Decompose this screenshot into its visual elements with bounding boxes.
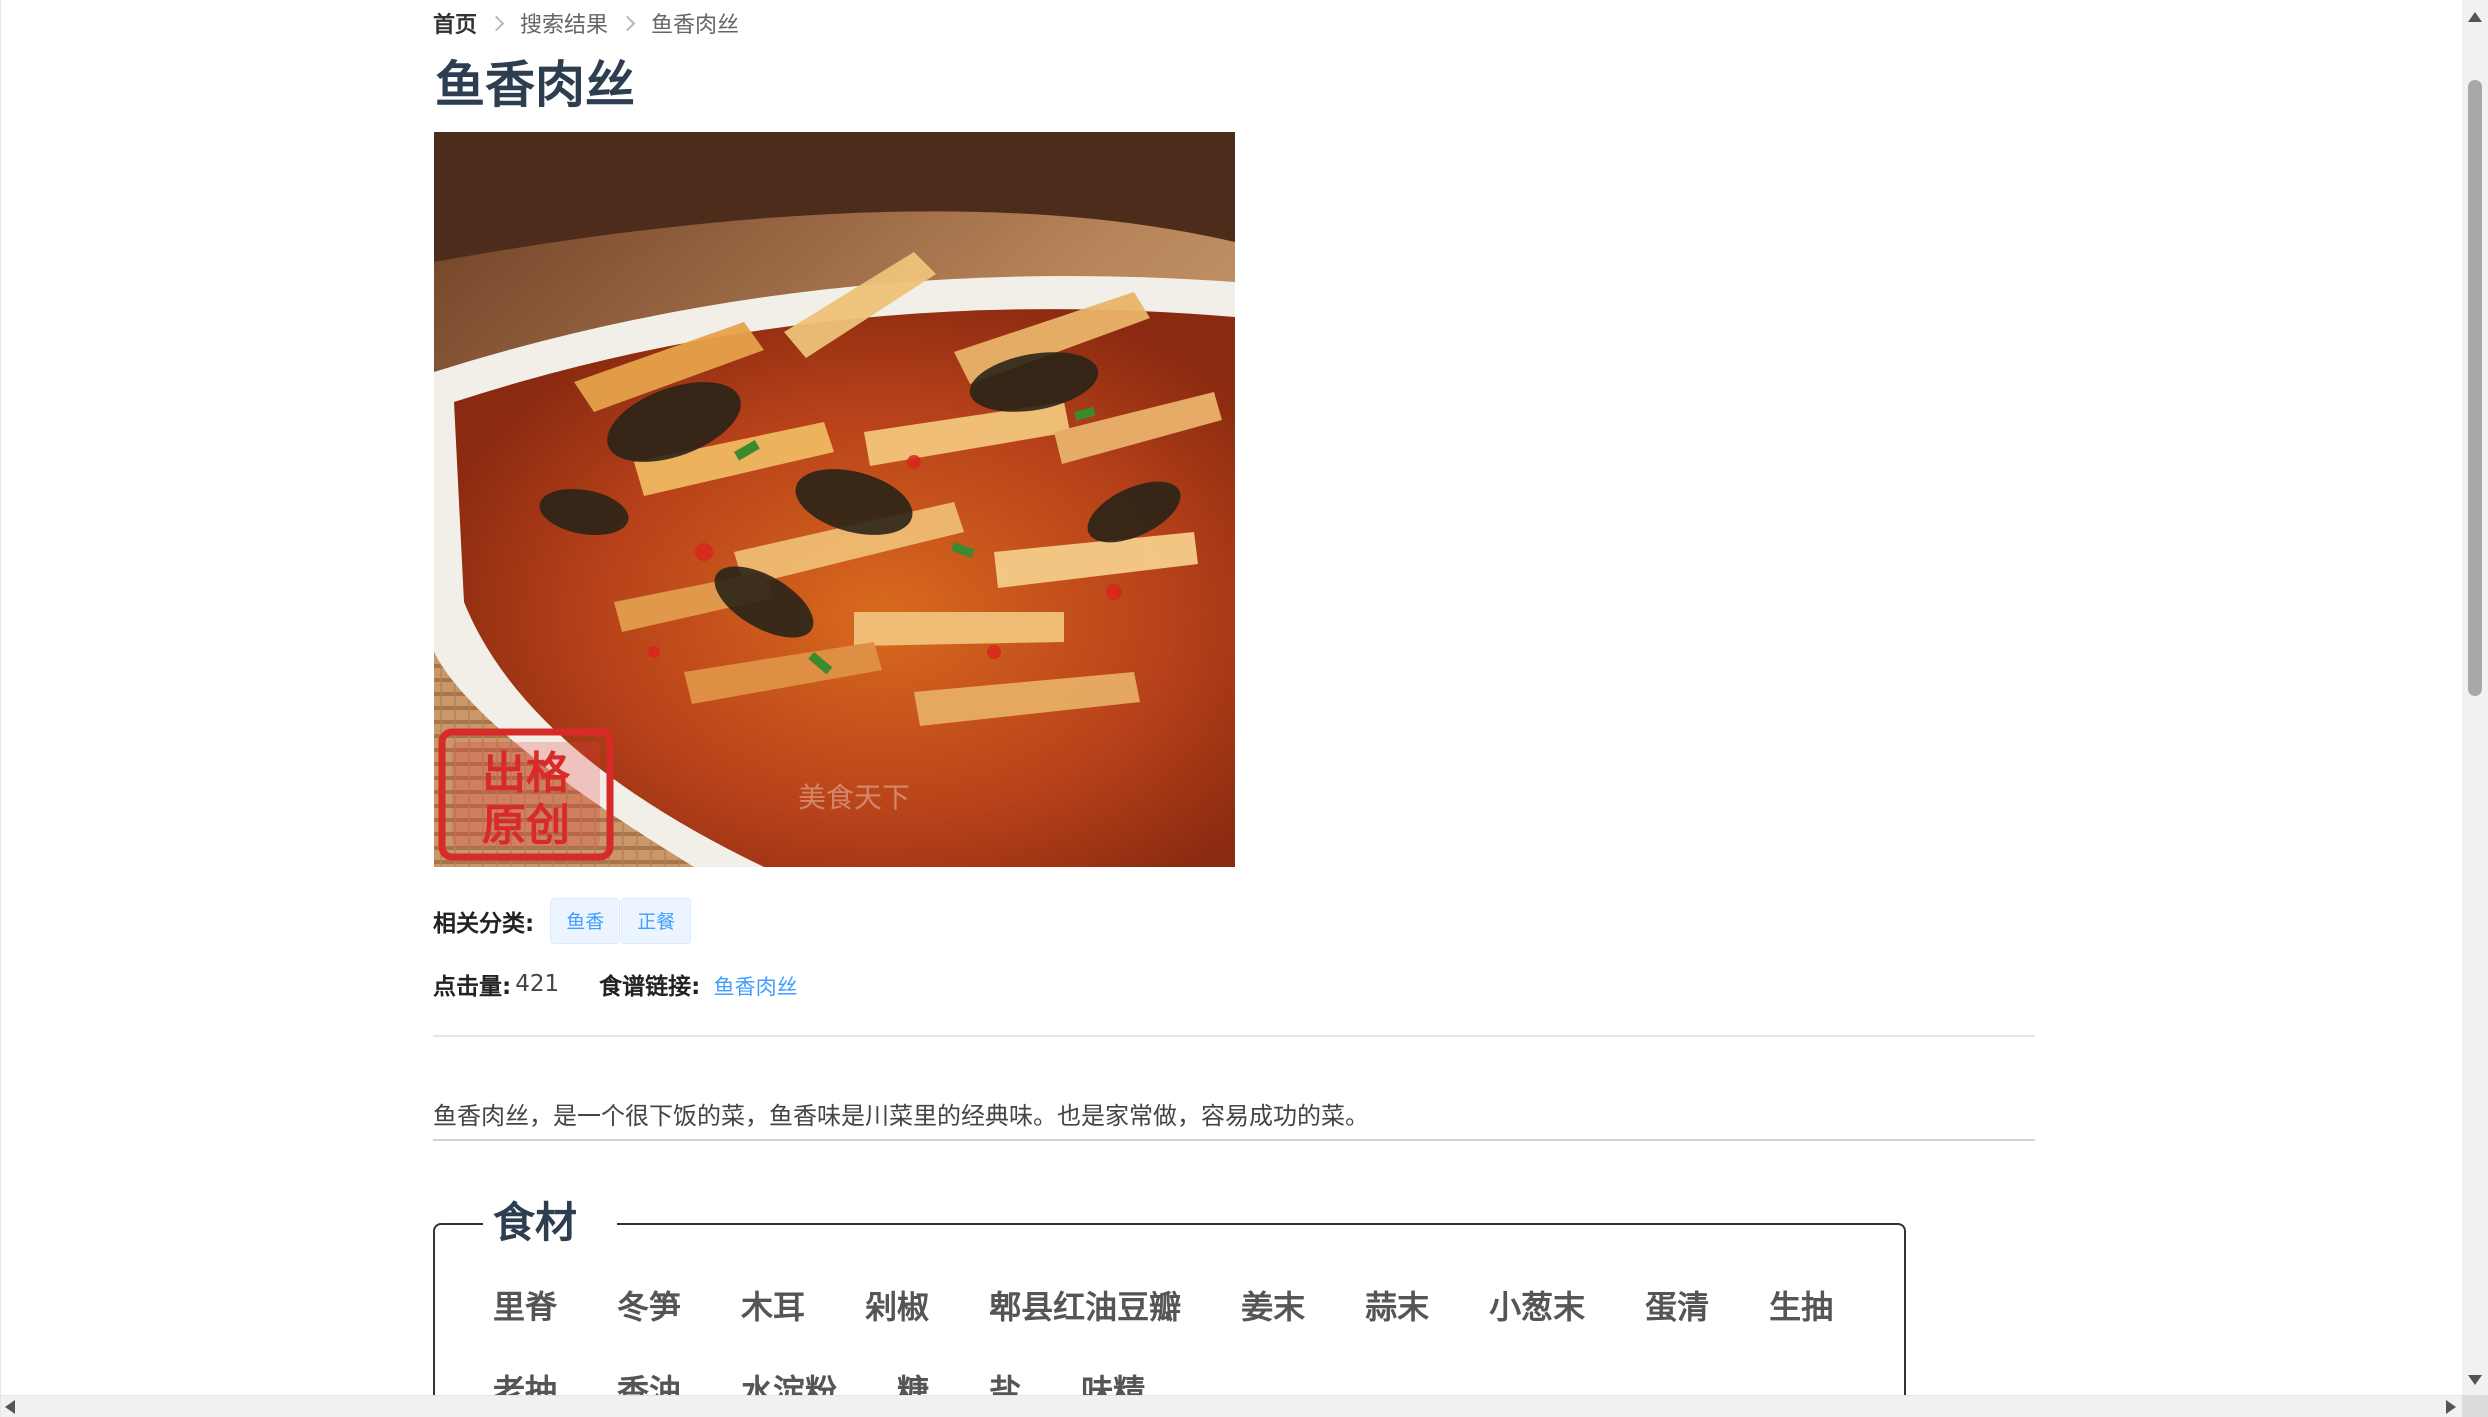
ingredients-section: 食材 里脊 冬笋 木耳 剁椒 郫县红油豆瓣 姜末 蒜末 小葱末 蛋清 生抽 老抽… (433, 1193, 1906, 1417)
recipe-detail-page: 首页 搜索结果 鱼香肉丝 鱼香肉丝 出格 原创 美食天下 相关分类: 鱼香 正餐… (0, 0, 2488, 1417)
vertical-scrollbar[interactable] (2462, 0, 2488, 1395)
chevron-right-icon (619, 15, 636, 31)
breadcrumb: 首页 搜索结果 鱼香肉丝 (433, 8, 739, 38)
category-label: 相关分类: (433, 911, 535, 937)
scrollbar-thumb[interactable] (2468, 80, 2482, 696)
ingredient-item[interactable]: 木耳 (741, 1277, 805, 1361)
ingredient-item[interactable]: 蛋清 (1645, 1277, 1709, 1361)
dish-photo: 出格 原创 美食天下 (434, 132, 1235, 867)
breadcrumb-search-results-link[interactable]: 搜索结果 (520, 7, 608, 39)
scroll-down-arrow-icon[interactable] (2468, 1375, 2482, 1385)
category-tags: 鱼香 正餐 (550, 898, 692, 944)
ingredient-item[interactable]: 郫县红油豆瓣 (989, 1277, 1181, 1361)
recipe-link-label: 食谱链接: (599, 974, 701, 1000)
scroll-right-arrow-icon[interactable] (2446, 1400, 2456, 1414)
scrollbar-corner (2462, 1395, 2488, 1417)
recipe-link-group: 食谱链接: 鱼香肉丝 (599, 967, 798, 1001)
svg-text:美食天下: 美食天下 (798, 781, 910, 814)
recipe-description: 鱼香肉丝，是一个很下饭的菜，鱼香味是川菜里的经典味。也是家常做，容易成功的菜。 (433, 1102, 1369, 1130)
scroll-up-arrow-icon[interactable] (2468, 12, 2482, 22)
chevron-right-icon (488, 15, 505, 31)
clicks-value: 421 (515, 971, 560, 997)
clicks-label: 点击量: (433, 974, 512, 1000)
ingredient-item[interactable]: 蒜末 (1365, 1277, 1429, 1361)
ingredient-item[interactable]: 姜末 (1241, 1277, 1305, 1361)
seal-stamp: 出格 原创 (438, 728, 614, 861)
ingredient-item[interactable]: 生抽 (1769, 1277, 1833, 1361)
category-row: 相关分类: 鱼香 正餐 (433, 895, 692, 947)
breadcrumb-current: 鱼香肉丝 (651, 13, 740, 38)
horizontal-scrollbar[interactable] (1, 1395, 2488, 1417)
ingredient-item[interactable]: 小葱末 (1489, 1277, 1585, 1361)
ingredient-item[interactable]: 剁椒 (865, 1277, 929, 1361)
divider (433, 1139, 2035, 1141)
ingredient-item[interactable]: 冬笋 (617, 1277, 681, 1361)
svg-text:原创: 原创 (482, 800, 570, 851)
recipe-link[interactable]: 鱼香肉丝 (714, 975, 798, 999)
svg-text:出格: 出格 (482, 748, 571, 799)
category-tag[interactable]: 鱼香 (550, 898, 621, 944)
stats-row: 点击量: 421 食谱链接: 鱼香肉丝 (433, 966, 798, 1002)
scroll-left-arrow-icon[interactable] (5, 1400, 15, 1414)
ingredient-item[interactable]: 里脊 (493, 1277, 557, 1361)
divider (433, 1035, 2035, 1037)
page-title: 鱼香肉丝 (435, 56, 635, 114)
breadcrumb-home-link[interactable]: 首页 (433, 7, 477, 39)
ingredients-heading: 食材 (483, 1193, 618, 1253)
category-tag[interactable]: 正餐 (621, 898, 692, 944)
